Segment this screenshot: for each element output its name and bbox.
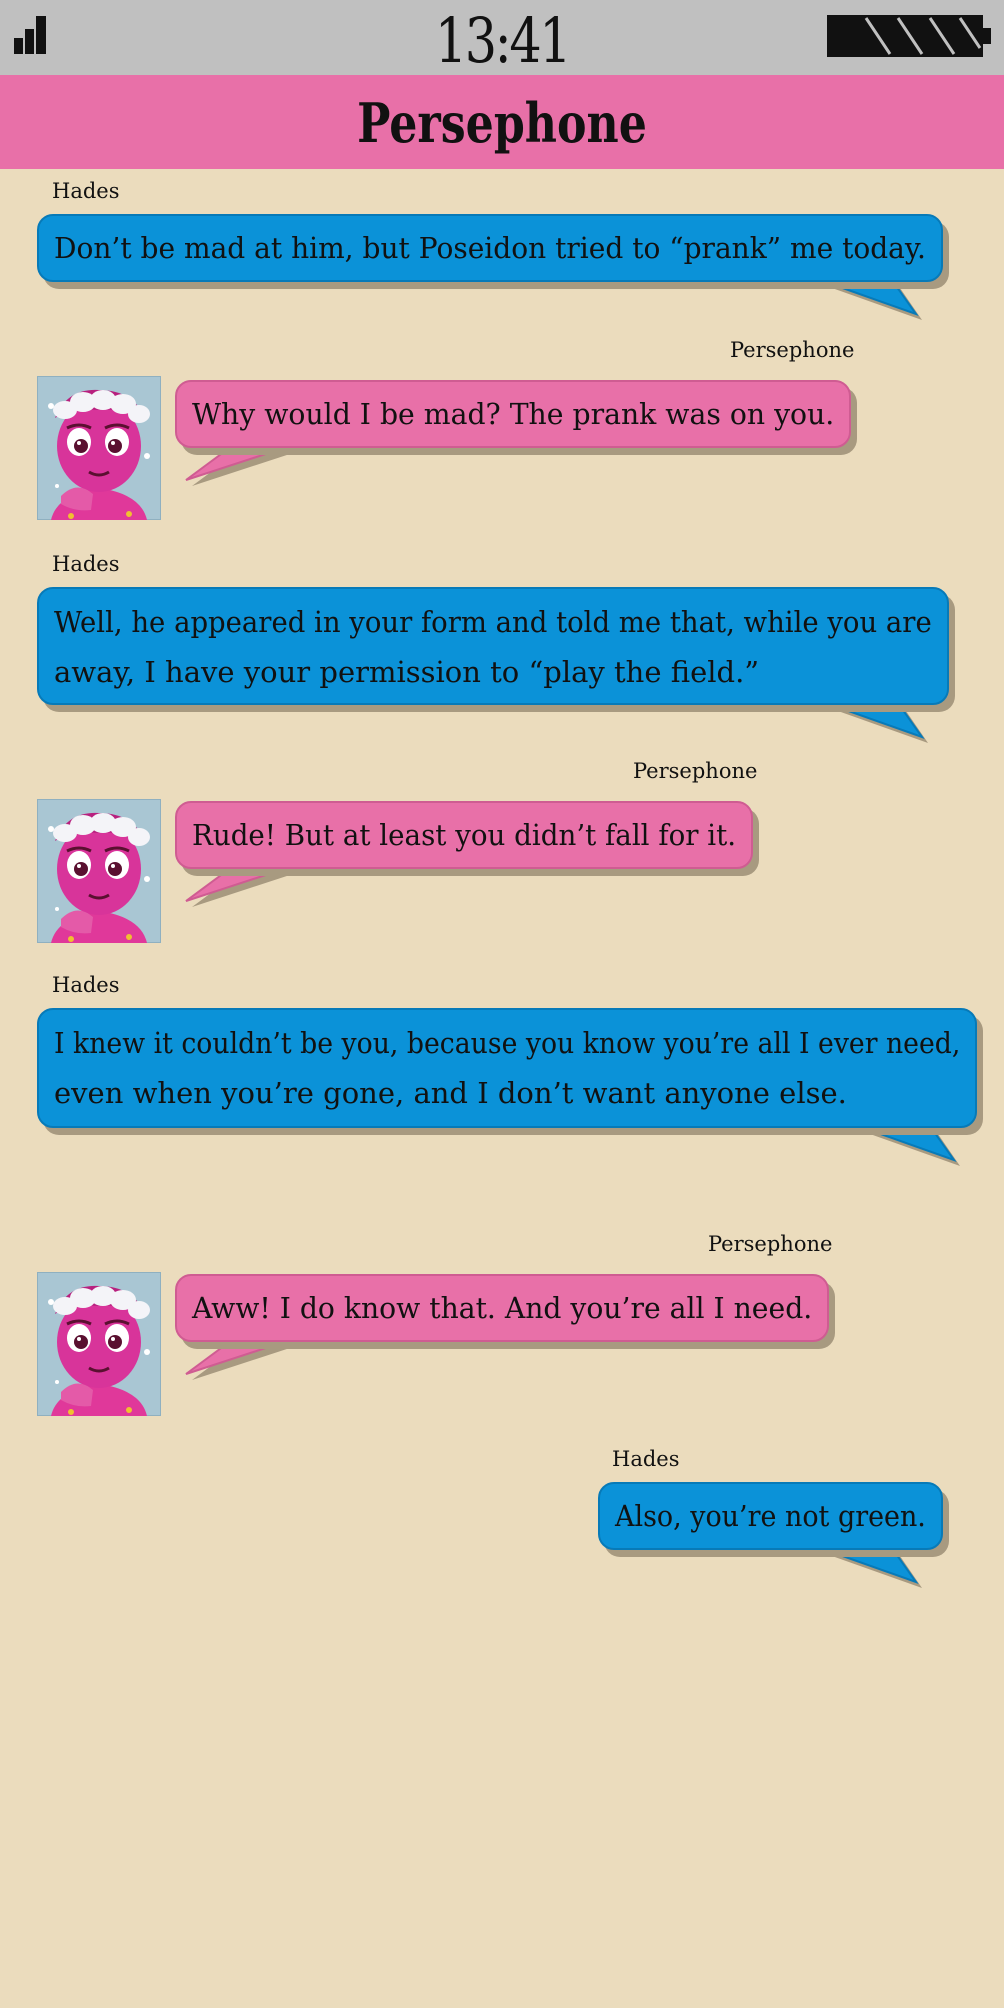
message-bubble[interactable]: Well, he appeared in your form and told …: [37, 587, 949, 705]
message-sender: Hades: [612, 1447, 680, 1471]
message-sender: Persephone: [708, 1232, 833, 1256]
avatar: [37, 376, 161, 520]
conversation-title: Persephone: [357, 91, 647, 155]
message-text: I knew it couldn’t be you, because you k…: [54, 1026, 961, 1060]
message-text: Aww! I do know that. And you’re all I ne…: [192, 1291, 813, 1325]
message-text: Well, he appeared in your form and told …: [54, 605, 932, 639]
message-text: Why would I be mad? The prank was on you…: [192, 397, 835, 431]
status-time: 13:41: [434, 4, 572, 77]
message-sender: Persephone: [633, 759, 758, 783]
message-text: Rude! But at least you didn’t fall for i…: [192, 818, 737, 852]
bubble-tail: [185, 866, 296, 907]
conversation-header: Persephone: [0, 75, 1004, 169]
message-bubble[interactable]: Why would I be mad? The prank was on you…: [175, 380, 851, 448]
message-sender: Hades: [52, 179, 120, 203]
bubble-tail: [185, 1339, 296, 1380]
message-bubble[interactable]: I knew it couldn’t be you, because you k…: [37, 1008, 977, 1128]
message-text: Also, you’re not green.: [615, 1499, 926, 1533]
message-sender: Hades: [52, 973, 120, 997]
avatar: [37, 1272, 161, 1416]
message-sender: Hades: [52, 552, 120, 576]
message-text: Don’t be mad at him, but Poseidon tried …: [54, 231, 926, 265]
status-bar: 13:41: [0, 0, 1004, 77]
message-bubble[interactable]: Don’t be mad at him, but Poseidon tried …: [37, 214, 943, 282]
message-bubble[interactable]: Also, you’re not green.: [598, 1482, 943, 1550]
bubble-tail: [185, 445, 296, 486]
message-text: away, I have your permission to “play th…: [54, 655, 760, 689]
bubble-tail: [857, 1125, 960, 1166]
avatar: [37, 799, 161, 943]
message-bubble[interactable]: Aww! I do know that. And you’re all I ne…: [175, 1274, 829, 1342]
battery-icon: [827, 15, 991, 57]
bubble-tail: [825, 702, 928, 743]
bubble-tail: [819, 279, 922, 320]
bubble-tail: [819, 1547, 922, 1588]
message-sender: Persephone: [730, 338, 855, 362]
message-bubble[interactable]: Rude! But at least you didn’t fall for i…: [175, 801, 753, 869]
signal-bars-icon: [14, 16, 46, 54]
message-text: even when you’re gone, and I don’t want …: [54, 1076, 847, 1110]
